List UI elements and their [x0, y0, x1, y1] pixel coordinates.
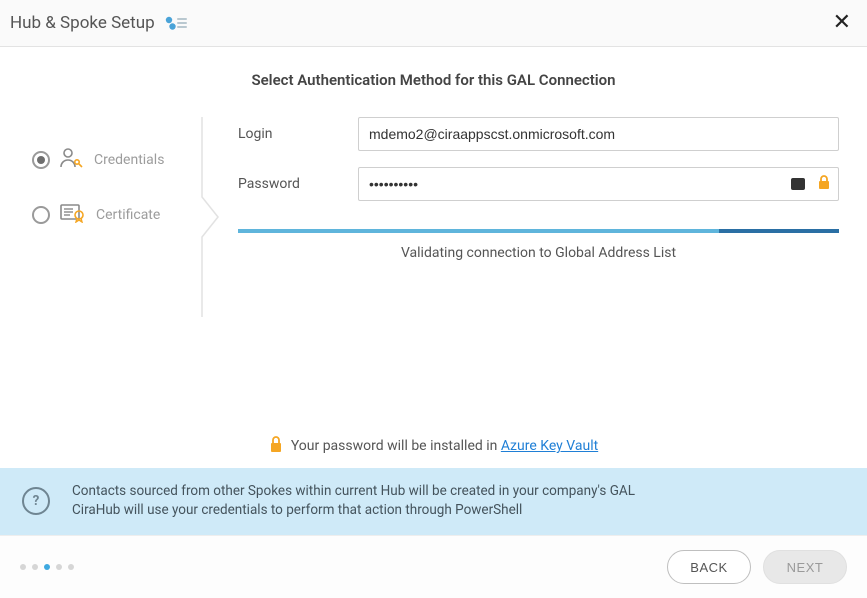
- radio-unselected-icon: [32, 206, 50, 224]
- vault-notice: Your password will be installed in Azure…: [28, 435, 839, 458]
- step-dot: [56, 564, 62, 570]
- auth-method-list: Credentials Certificate: [28, 117, 198, 257]
- close-icon[interactable]: ✕: [833, 12, 851, 34]
- lock-icon: [269, 435, 283, 458]
- credentials-form: Login Password: [238, 117, 839, 261]
- login-row: Login: [238, 117, 839, 151]
- password-row: Password: [238, 167, 839, 201]
- auth-option-label: Credentials: [94, 152, 164, 168]
- auth-option-credentials[interactable]: Credentials: [32, 147, 198, 173]
- step-dot-active: [44, 564, 50, 570]
- certificate-icon: [60, 203, 86, 227]
- vault-text: Your password will be installed in: [291, 438, 501, 454]
- main-panel: Select Authentication Method for this GA…: [0, 47, 867, 468]
- content-row: Credentials Certificate: [28, 117, 839, 261]
- login-input[interactable]: [358, 117, 839, 151]
- divider-chevron: [198, 117, 238, 261]
- progress-bar: [238, 229, 839, 233]
- page-title: Hub & Spoke Setup: [10, 13, 155, 33]
- next-button[interactable]: NEXT: [763, 550, 847, 584]
- radio-selected-icon: [32, 151, 50, 169]
- info-line: CiraHub will use your credentials to per…: [72, 501, 635, 521]
- title-bar: Hub & Spoke Setup ✕: [0, 0, 867, 47]
- password-label: Password: [238, 176, 358, 192]
- lock-icon: [817, 174, 831, 194]
- info-banner: ? Contacts sourced from other Spokes wit…: [0, 468, 867, 535]
- step-dot: [68, 564, 74, 570]
- step-dot: [32, 564, 38, 570]
- credentials-icon: [60, 147, 84, 173]
- step-dot: [20, 564, 26, 570]
- info-text: Contacts sourced from other Spokes withi…: [72, 482, 635, 521]
- auth-option-certificate[interactable]: Certificate: [32, 203, 198, 227]
- auth-option-label: Certificate: [96, 207, 160, 223]
- back-button[interactable]: BACK: [667, 550, 751, 584]
- password-wrap: [358, 167, 839, 201]
- wizard-footer: BACK NEXT: [0, 535, 867, 598]
- hub-spoke-icon: [163, 14, 189, 32]
- progress-status: Validating connection to Global Address …: [238, 245, 839, 261]
- section-heading: Select Authentication Method for this GA…: [28, 71, 839, 89]
- help-icon[interactable]: ?: [22, 487, 50, 515]
- login-label: Login: [238, 126, 358, 142]
- azure-key-vault-link[interactable]: Azure Key Vault: [501, 438, 598, 454]
- step-indicator: [20, 564, 74, 570]
- info-line: Contacts sourced from other Spokes withi…: [72, 482, 635, 502]
- password-input[interactable]: [358, 167, 839, 201]
- keyboard-icon[interactable]: [791, 178, 805, 190]
